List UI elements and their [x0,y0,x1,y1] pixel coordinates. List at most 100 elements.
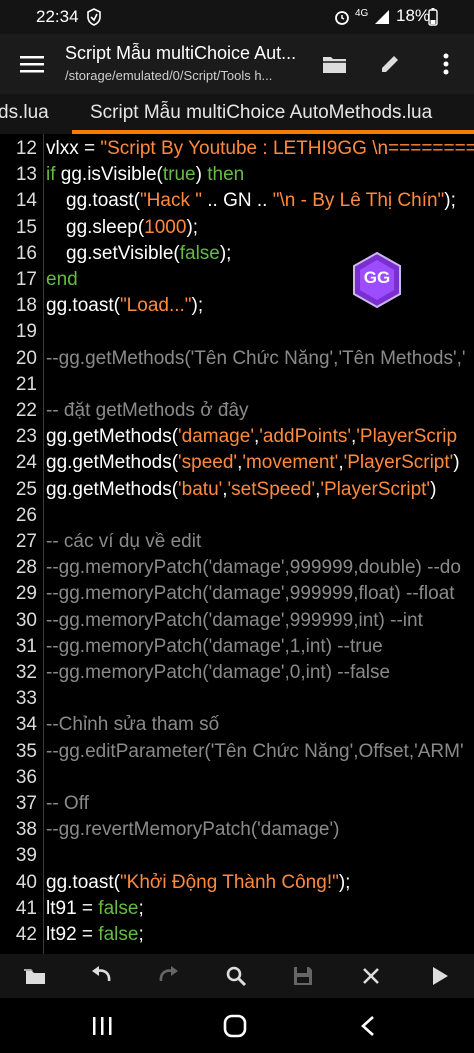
code-text: -- các ví dụ về edit [46,531,201,553]
code-line[interactable]: 40 gg.toast("Khởi Động Thành Công!"); [0,870,474,896]
code-token: ); [219,242,232,264]
close-icon[interactable] [356,962,386,990]
code-token: gg.toast( [46,295,120,317]
home-icon[interactable] [215,1010,255,1042]
line-number: 12 [15,138,37,159]
code-line[interactable]: 18 gg.toast("Load..."); [0,293,474,319]
code-text: gg.getMethods('batu','setSpeed','PlayerS… [46,479,436,501]
network-type: 4G [355,8,369,19]
code-line[interactable]: 12 vlxx = "Script By Youtube : LETHI9GG \… [0,136,474,162]
code-token: --Chỉnh sửa tham số [46,714,220,736]
line-number: 24 [15,452,37,474]
search-icon[interactable] [221,962,251,990]
system-nav-bar [0,998,474,1053]
code-text: --gg.memoryPatch('damage',999999,float) … [46,583,455,605]
tab-current-file[interactable]: Script Mẫu multiChoice AutoMethods.lua [90,102,432,124]
code-editor[interactable]: 12 vlxx = "Script By Youtube : LETHI9GG \… [0,134,474,954]
code-token: gg.toast( [46,871,120,893]
code-line[interactable]: 39 [0,843,474,869]
menu-icon[interactable] [15,48,49,80]
code-text: vlxx = "Script By Youtube : LETHI9GG \n=… [46,138,474,160]
gameguardian-floating-icon[interactable]: GG [352,251,402,309]
code-line[interactable]: 28 --gg.memoryPatch('damage',999999,doubl… [0,555,474,581]
code-line[interactable]: 16 gg.setVisible(false); [0,241,474,267]
code-text: --Chỉnh sửa tham số [46,714,219,736]
code-text: --gg.editParameter('Tên Chức Năng',Offse… [46,741,464,763]
line-number: 23 [15,426,37,448]
code-token: 'damage' [178,426,254,448]
back-icon[interactable] [348,1010,388,1042]
line-number: 29 [15,583,37,605]
code-line[interactable]: 33 [0,686,474,712]
code-line[interactable]: 42 lt92 = false; [0,922,474,948]
code-text: gg.toast("Khởi Động Thành Công!"); [46,872,350,894]
line-number: 32 [15,662,37,683]
code-line[interactable]: 31 --gg.memoryPatch('damage',1,int) --tru… [0,634,474,660]
code-line[interactable]: 32 --gg.memoryPatch('damage',0,int) --fal… [0,660,474,686]
code-line[interactable]: 34 --Chỉnh sửa tham số [0,712,474,738]
code-text: --gg.getMethods('Tên Chức Năng','Tên Met… [46,348,466,370]
line-number: 31 [15,635,37,657]
code-text: --gg.memoryPatch('damage',1,int) --true [46,636,383,658]
code-token: ); [191,295,204,317]
code-token: ) [195,164,208,186]
code-line[interactable]: 35 --gg.editParameter('Tên Chức Năng',Off… [0,739,474,765]
more-options-icon[interactable] [429,48,463,80]
open-folder-icon[interactable] [318,48,352,80]
code-line[interactable]: 30 --gg.memoryPatch('damage',999999,int) … [0,608,474,634]
code-token: "Script By Youtube : LETHI9GG \n======== [100,138,474,159]
code-line[interactable]: 17 end [0,267,474,293]
line-number: 40 [15,871,37,893]
code-token: 'setSpeed' [227,478,316,500]
code-line[interactable]: 38 --gg.revertMemoryPatch('damage') [0,817,474,843]
code-token: 'PlayerScript' [320,478,431,500]
code-line[interactable]: 23 gg.getMethods('damage','addPoints','Pl… [0,424,474,450]
code-line[interactable]: 27 -- các ví dụ về edit [0,529,474,555]
code-token: --gg.getMethods('Tên Chức Năng','Tên Met… [46,347,466,369]
code-line[interactable]: 26 [0,503,474,529]
code-line[interactable]: 22 -- đặt getMethods ở đây [0,398,474,424]
code-token: -- các ví dụ về edit [46,531,202,552]
code-line[interactable]: 14 gg.toast("Hack " .. GN .. "\n - By Lê … [0,188,474,214]
file-title: Script Mẫu multiChoice Aut... [65,43,297,63]
code-line[interactable]: 41 lt91 = false; [0,896,474,922]
code-token: if [46,164,61,186]
code-line[interactable]: 15 gg.sleep(1000); [0,215,474,241]
line-number: 41 [15,897,37,919]
code-token: "\n - By Lê Thị Chín" [272,190,445,212]
save-icon[interactable] [288,962,318,990]
redo-icon[interactable] [154,962,184,990]
code-token: -- Off [46,793,89,814]
folder-icon[interactable] [20,962,50,990]
code-token: gg.getMethods( [46,452,179,474]
code-token: 'PlayerScript' [343,452,454,474]
code-token: --gg.memoryPatch('damage',999999,double)… [46,557,461,579]
code-text: gg.toast("Load..."); [46,295,203,317]
code-line[interactable]: 25 gg.getMethods('batu','setSpeed','Playe… [0,477,474,503]
tab-previous-file[interactable]: ds.lua [0,102,49,124]
line-number: 15 [15,216,37,238]
run-icon[interactable] [425,962,455,990]
code-line[interactable]: 36 [0,765,474,791]
code-token: --gg.memoryPatch('damage',999999,int) --… [46,609,423,631]
edit-pencil-icon[interactable] [373,48,407,80]
code-line[interactable]: 24 gg.getMethods('speed','movement','Play… [0,450,474,476]
code-text: lt92 = false; [46,924,144,946]
code-line[interactable]: 13 if gg.isVisible(true) then [0,162,474,188]
code-token: --gg.memoryPatch('damage',0,int) --false [46,662,391,683]
code-line[interactable]: 37 -- Off [0,791,474,817]
code-text: -- đặt getMethods ở đây [46,400,249,422]
undo-icon[interactable] [86,962,116,990]
code-token: --gg.revertMemoryPatch('damage') [46,819,340,841]
line-number: 13 [15,164,37,186]
code-token: gg.getMethods( [46,426,179,448]
code-token: --gg.memoryPatch('damage',999999,float) … [46,583,455,605]
code-line[interactable]: 19 [0,319,474,345]
code-line[interactable]: 20 --gg.getMethods('Tên Chức Năng','Tên M… [0,346,474,372]
recent-apps-icon[interactable] [82,1010,122,1042]
code-token: --gg.memoryPatch('damage',1,int) --true [46,635,383,657]
code-line[interactable]: 29 --gg.memoryPatch('damage',999999,float… [0,581,474,607]
status-bar: 22:34 4G 18% [0,0,474,34]
code-line[interactable]: 21 [0,372,474,398]
battery-icon [428,8,438,31]
